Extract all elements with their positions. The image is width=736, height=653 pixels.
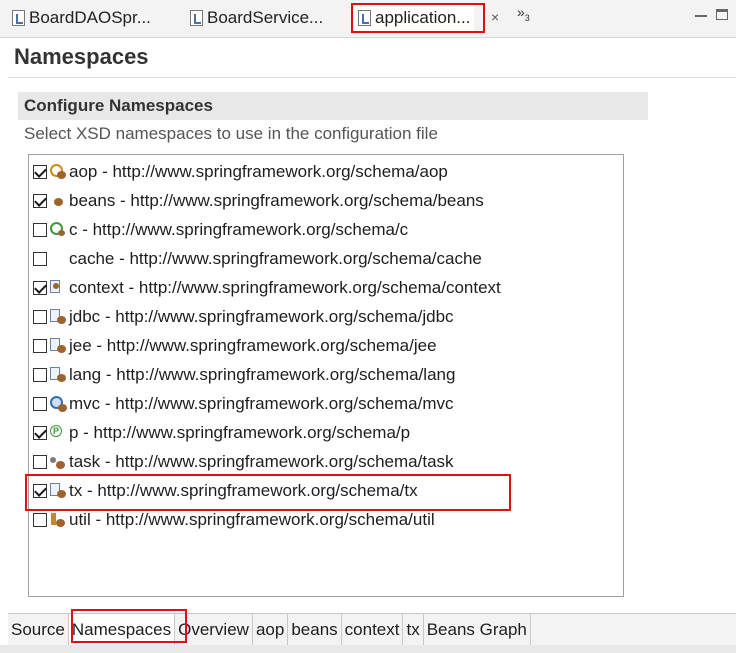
util-icon — [49, 511, 67, 529]
editor-tab-label: BoardDAOSpr... — [29, 8, 151, 27]
p-namespace-icon: P — [49, 424, 67, 442]
tab-overview[interactable]: Overview — [175, 614, 253, 645]
tab-overflow-button[interactable]: »3 — [517, 4, 530, 23]
namespace-label: cache - http://www.springframework.org/s… — [69, 249, 482, 268]
checkbox[interactable] — [33, 165, 47, 179]
namespace-label: context - http://www.springframework.org… — [69, 278, 501, 297]
close-icon[interactable]: × — [491, 9, 499, 25]
tab-namespaces[interactable]: Namespaces — [68, 614, 176, 645]
bean-icon — [49, 192, 67, 210]
checkbox[interactable] — [33, 339, 47, 353]
overflow-count: 3 — [524, 12, 530, 23]
java-file-icon — [12, 10, 25, 26]
status-strip — [0, 645, 736, 653]
namespace-label: beans - http://www.springframework.org/s… — [69, 191, 484, 210]
namespace-row-task[interactable]: task - http://www.springframework.org/sc… — [33, 449, 613, 475]
maximize-icon[interactable] — [716, 9, 728, 20]
namespace-row-util[interactable]: util - http://www.springframework.org/sc… — [33, 507, 613, 533]
namespace-row-p[interactable]: P p - http://www.springframework.org/sch… — [33, 420, 613, 446]
checkbox[interactable] — [33, 368, 47, 382]
checkbox[interactable] — [33, 310, 47, 324]
checkbox[interactable] — [33, 397, 47, 411]
jdbc-icon — [49, 308, 67, 326]
tab-beans[interactable]: beans — [288, 614, 342, 645]
checkbox[interactable] — [33, 426, 47, 440]
chevron-double-right-icon: » — [517, 4, 525, 20]
checkbox[interactable] — [33, 455, 47, 469]
minimize-icon[interactable] — [695, 10, 707, 17]
checkbox[interactable] — [33, 194, 47, 208]
tab-tx[interactable]: tx — [403, 614, 424, 645]
section-description: Select XSD namespaces to use in the conf… — [24, 124, 438, 143]
aop-icon — [49, 163, 67, 181]
editor-tab-label: BoardService... — [207, 8, 324, 27]
jee-icon — [49, 337, 67, 355]
namespace-label: tx - http://www.springframework.org/sche… — [69, 481, 418, 500]
namespace-list[interactable]: aop - http://www.springframework.org/sch… — [28, 154, 624, 597]
mvc-icon — [49, 395, 67, 413]
editor-tab-boardservice[interactable]: BoardService... — [190, 5, 323, 31]
namespace-label: c - http://www.springframework.org/schem… — [69, 220, 409, 239]
checkbox[interactable] — [33, 223, 47, 237]
c-namespace-icon — [49, 221, 67, 239]
tx-icon — [49, 482, 67, 500]
tab-context[interactable]: context — [342, 614, 404, 645]
editor-tab-bar: BoardDAOSpr... BoardService... applicati… — [0, 0, 736, 38]
editor-page-tabs: Source Namespaces Overview aop beans con… — [8, 613, 736, 645]
namespace-label: util - http://www.springframework.org/sc… — [69, 510, 435, 529]
namespace-label: mvc - http://www.springframework.org/sch… — [69, 394, 454, 413]
task-icon — [49, 453, 67, 471]
namespace-row-mvc[interactable]: mvc - http://www.springframework.org/sch… — [33, 391, 613, 417]
namespace-row-beans[interactable]: beans - http://www.springframework.org/s… — [33, 188, 613, 214]
namespace-label: task - http://www.springframework.org/sc… — [69, 452, 454, 471]
namespace-row-jdbc[interactable]: jdbc - http://www.springframework.org/sc… — [33, 304, 613, 330]
namespace-label: p - http://www.springframework.org/schem… — [69, 423, 411, 442]
cache-icon — [49, 250, 67, 268]
namespace-label: aop - http://www.springframework.org/sch… — [69, 162, 448, 181]
editor-tab-boarddao[interactable]: BoardDAOSpr... — [12, 5, 151, 31]
namespace-label: jee - http://www.springframework.org/sch… — [69, 336, 437, 355]
tab-aop[interactable]: aop — [253, 614, 289, 645]
checkbox[interactable] — [33, 484, 47, 498]
namespace-row-context[interactable]: context - http://www.springframework.org… — [33, 275, 613, 301]
namespace-row-aop[interactable]: aop - http://www.springframework.org/sch… — [33, 159, 613, 185]
checkbox[interactable] — [33, 513, 47, 527]
context-icon — [49, 279, 67, 297]
namespace-row-tx[interactable]: tx - http://www.springframework.org/sche… — [33, 478, 613, 504]
namespace-row-jee[interactable]: jee - http://www.springframework.org/sch… — [33, 333, 613, 359]
checkbox[interactable] — [33, 281, 47, 295]
page-title: Namespaces — [14, 44, 149, 69]
tab-source[interactable]: Source — [8, 614, 69, 645]
section-title: Configure Namespaces — [18, 92, 648, 120]
namespace-row-cache[interactable]: cache - http://www.springframework.org/s… — [33, 246, 613, 272]
namespace-row-lang[interactable]: lang - http://www.springframework.org/sc… — [33, 362, 613, 388]
editor-tab-application[interactable]: application... — [354, 5, 475, 31]
tab-beans-graph[interactable]: Beans Graph — [424, 614, 531, 645]
java-file-icon — [190, 10, 203, 26]
checkbox[interactable] — [33, 252, 47, 266]
lang-icon — [49, 366, 67, 384]
xml-file-icon — [358, 10, 371, 26]
namespace-label: lang - http://www.springframework.org/sc… — [69, 365, 456, 384]
editor-tab-label: application... — [375, 8, 471, 27]
namespace-label: jdbc - http://www.springframework.org/sc… — [69, 307, 454, 326]
divider — [8, 77, 736, 78]
namespace-row-c[interactable]: c - http://www.springframework.org/schem… — [33, 217, 613, 243]
